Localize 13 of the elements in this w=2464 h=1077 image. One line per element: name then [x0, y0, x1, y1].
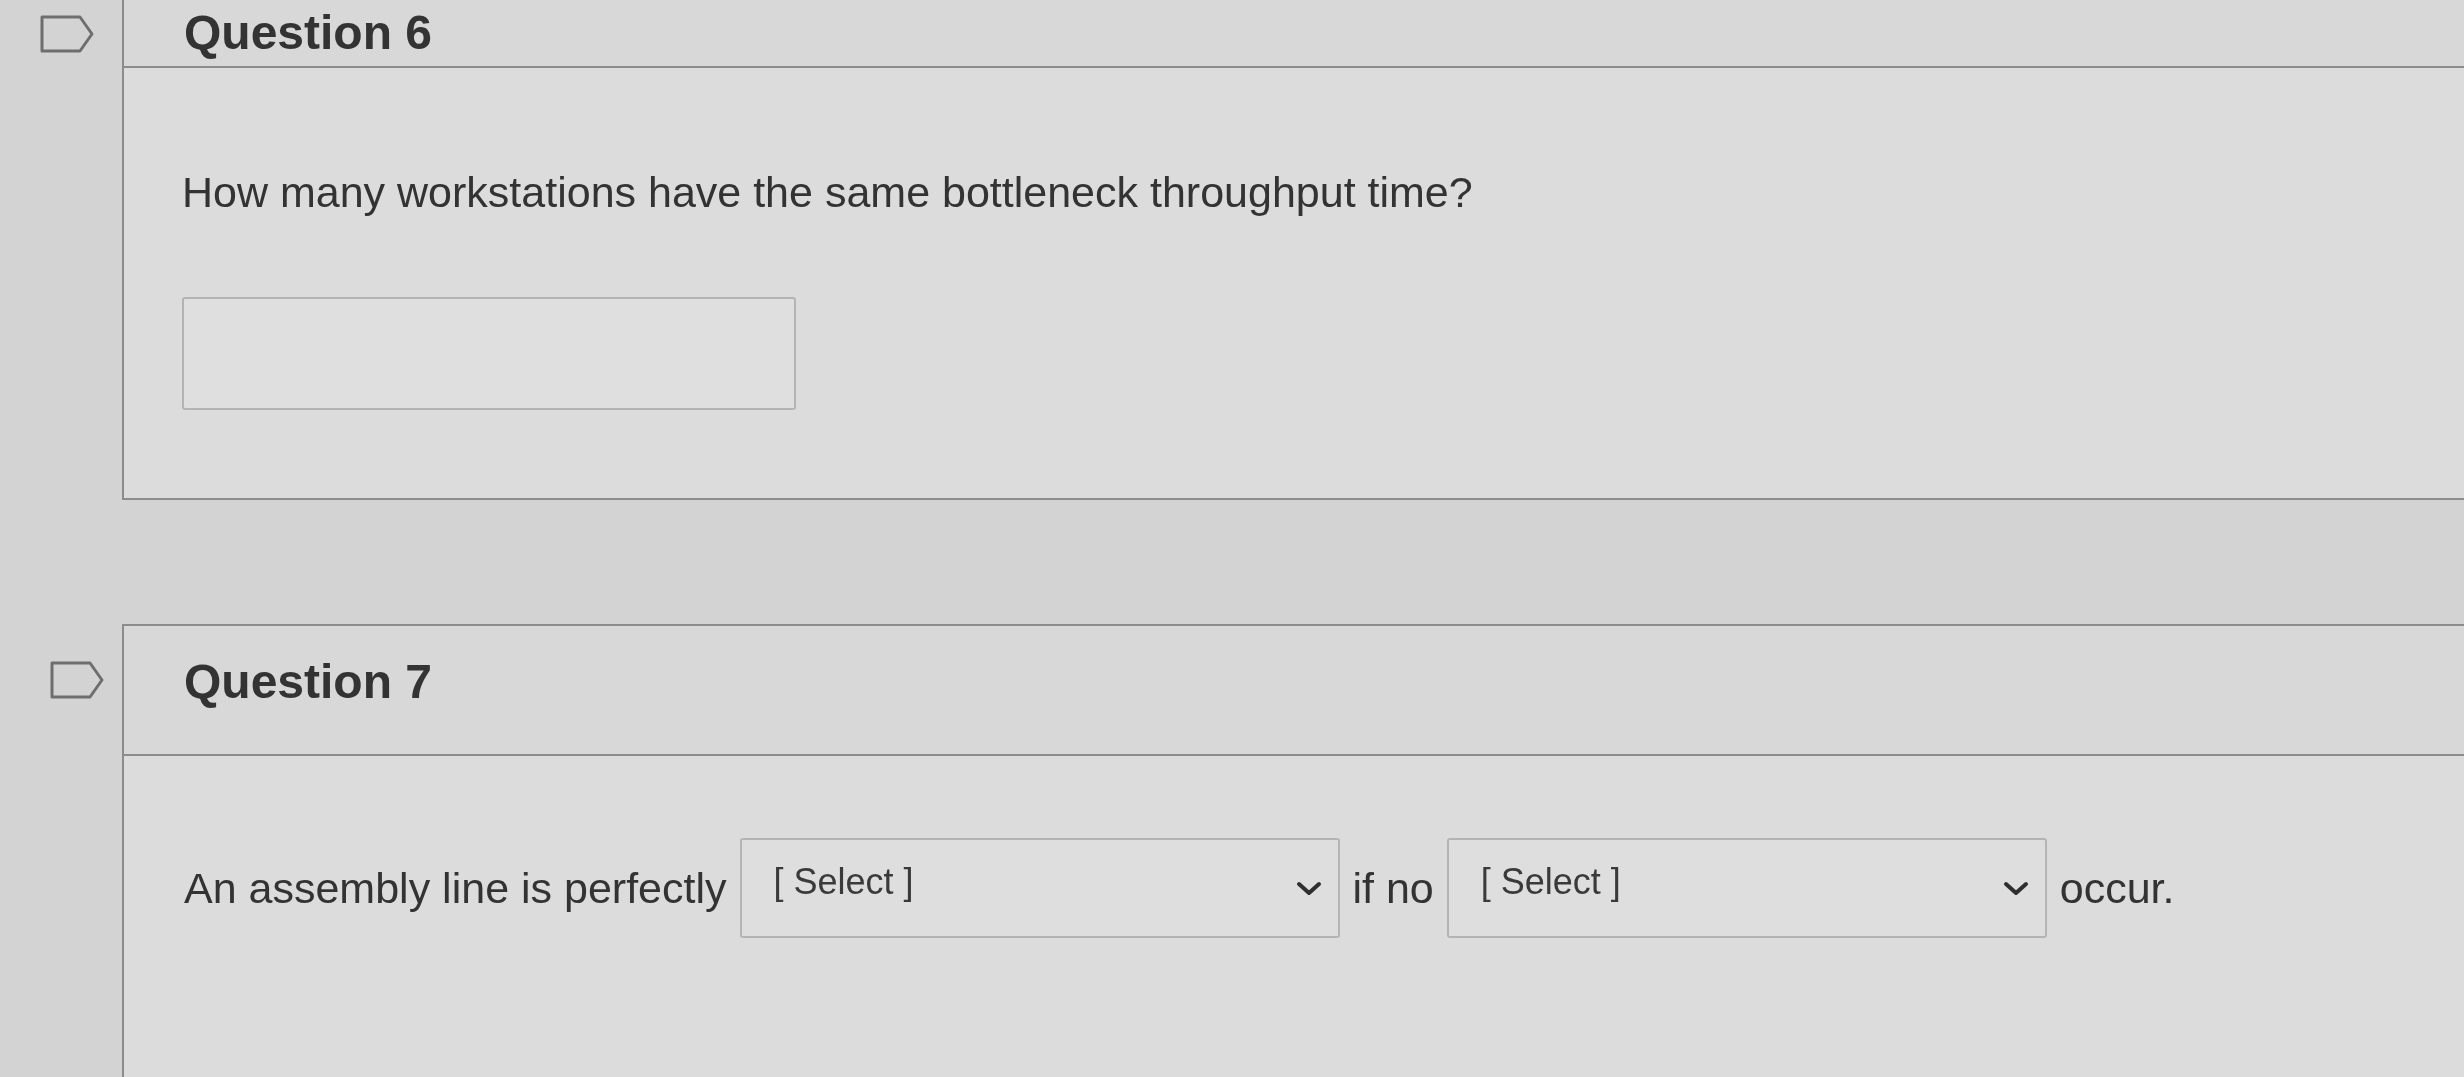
chevron-down-icon [1295, 881, 1322, 897]
answer-field[interactable] [182, 297, 796, 410]
question-text: occur. [2059, 863, 2175, 914]
question-text: if no [1352, 863, 1434, 914]
tag-outline-icon[interactable] [40, 15, 94, 53]
question-text: An assembly line is perfectly [184, 863, 727, 914]
tag-outline-icon[interactable] [50, 661, 104, 699]
select-dropdown[interactable]: [ Select ] [1446, 838, 2047, 938]
select-dropdown[interactable]: [ Select ] [739, 838, 1340, 938]
question-title: Question 6 [184, 5, 433, 61]
question-title: Question 7 [184, 654, 433, 710]
chevron-down-icon [2002, 881, 2029, 897]
question-text: How many workstations have the same bottleneck throughput time? [182, 167, 1473, 218]
